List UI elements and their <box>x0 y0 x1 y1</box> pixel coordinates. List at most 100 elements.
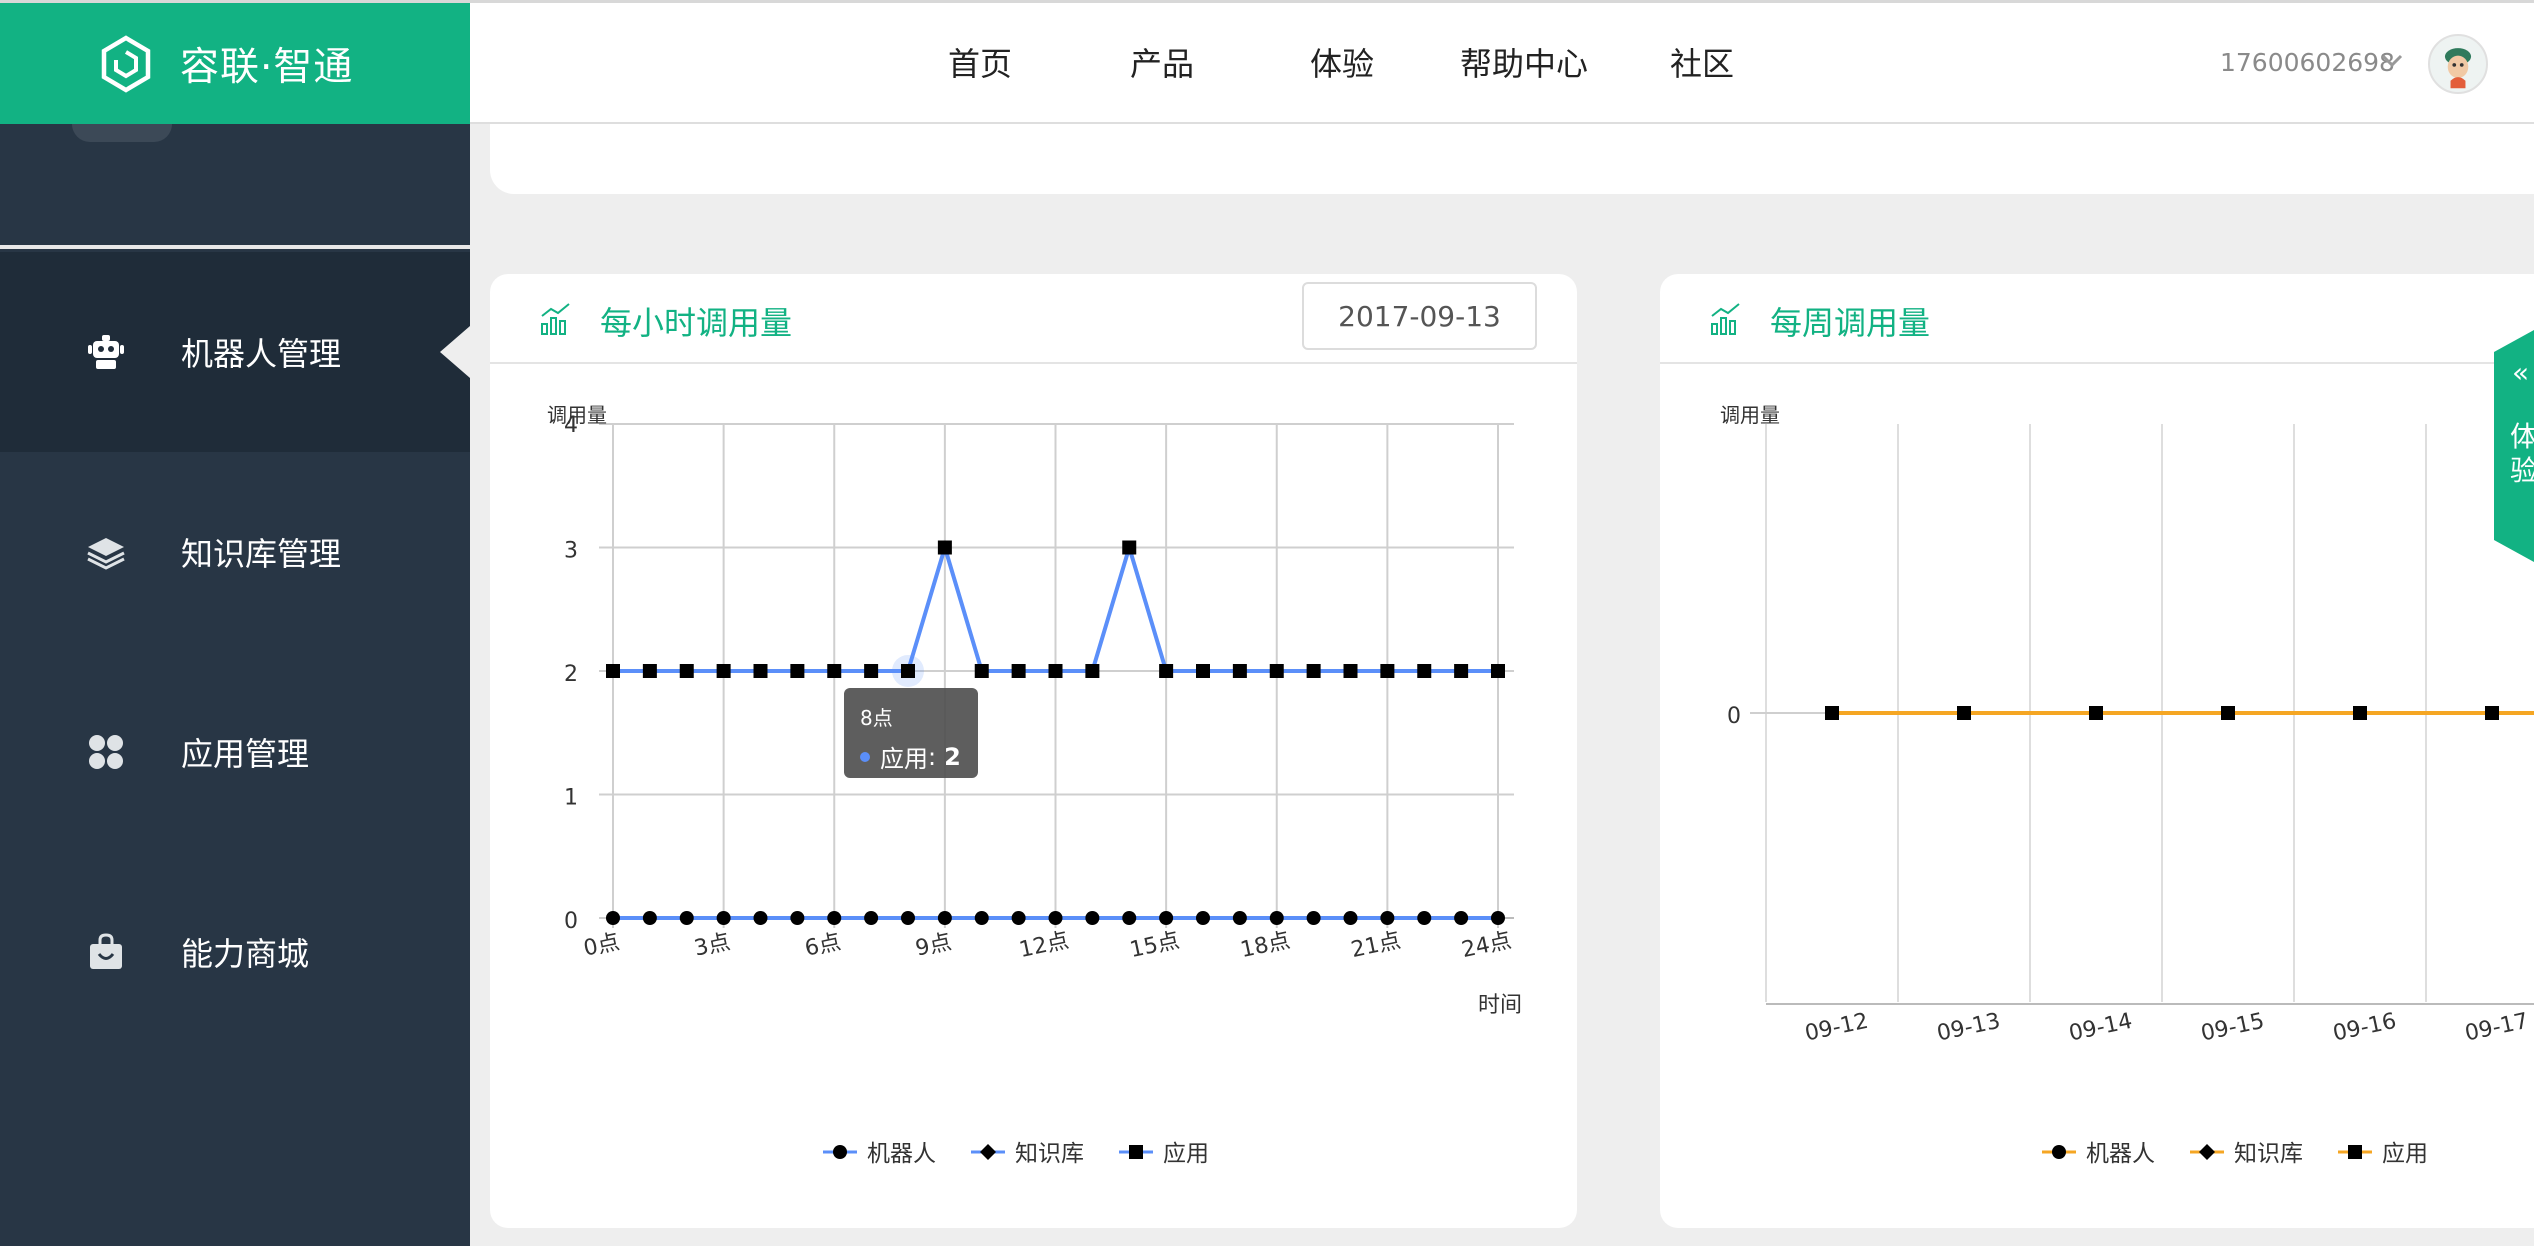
robot-icon <box>88 335 124 369</box>
nav-experience[interactable]: 体验 <box>1310 39 1374 85</box>
data-point <box>1380 664 1395 678</box>
data-point <box>937 540 952 555</box>
tooltip-title: 8点 <box>860 706 893 730</box>
nav-products[interactable]: 产品 <box>1130 39 1194 85</box>
sidebar-item-label: 应用管理 <box>181 735 310 773</box>
data-point <box>1196 664 1210 678</box>
x-tick-label: 24点 <box>1460 928 1514 963</box>
sidebar-item-robot-management[interactable]: 机器人管理 <box>0 252 470 452</box>
data-point <box>1343 664 1358 678</box>
bar-chart-trend-icon <box>1711 303 1740 335</box>
brand-logo[interactable]: 容联·智通 <box>0 3 470 124</box>
data-point <box>1380 911 1395 925</box>
legend-label: 应用 <box>1163 1141 1209 1167</box>
avatar[interactable] <box>2428 34 2488 94</box>
weekly-line-chart: 0 调用量 09-12 09-13 09-14 09-15 09-16 09-17 机器人 知识库… <box>1720 403 2534 1167</box>
legend-label: 机器人 <box>2086 1141 2155 1167</box>
sidebar-item-app-management[interactable]: 应用管理 <box>0 652 470 852</box>
data-point <box>974 664 989 678</box>
bar-chart-trend-icon <box>541 303 570 335</box>
data-point <box>1491 664 1505 678</box>
data-point <box>2353 706 2367 720</box>
hexagon-logo-icon <box>101 34 151 93</box>
data-point <box>2485 706 2499 720</box>
avatar-character-icon <box>2431 37 2485 91</box>
x-tick-label: 21点 <box>1349 928 1403 963</box>
y-tick-label: 3 <box>564 539 578 564</box>
data-point <box>937 911 952 925</box>
user-phone[interactable]: 17600602698 <box>2220 48 2395 77</box>
y-tick-label: 0 <box>564 909 578 934</box>
tooltip-series-dot <box>860 751 870 762</box>
data-point <box>1085 911 1100 925</box>
data-point <box>1491 911 1505 925</box>
y-axis-label: 调用量 <box>1720 403 1780 427</box>
data-point <box>606 664 620 678</box>
data-point <box>790 664 805 678</box>
x-tick-label: 15点 <box>1128 928 1182 963</box>
sidebar-divider <box>0 245 470 249</box>
data-point <box>980 1144 996 1160</box>
chevron-down-icon[interactable] <box>2380 53 2404 69</box>
tooltip-value: 2 <box>944 742 961 771</box>
x-tick-label: 09-16 <box>2331 1009 2399 1047</box>
data-point <box>2348 1145 2362 1159</box>
data-point <box>679 664 694 678</box>
data-point <box>1417 911 1432 925</box>
data-point <box>901 911 915 925</box>
data-point <box>833 1145 847 1159</box>
x-tick-label: 09-13 <box>1935 1009 2003 1047</box>
x-tick-label: 12点 <box>1017 928 1071 963</box>
tooltip-series-name: 应用 <box>880 745 928 773</box>
double-chevron-left-icon[interactable]: « <box>2512 356 2529 389</box>
date-picker[interactable]: 2017-09-13 <box>1302 282 1537 350</box>
data-point <box>1454 911 1469 925</box>
card-title: 每小时调用量 <box>600 304 793 342</box>
nav-home[interactable]: 首页 <box>948 39 1012 85</box>
layers-icon <box>87 538 125 570</box>
app-grid-icon <box>89 735 123 769</box>
x-tick-label: 18点 <box>1238 928 1292 963</box>
data-point <box>864 664 879 678</box>
nav-community[interactable]: 社区 <box>1670 39 1734 85</box>
x-tick-label: 3点 <box>692 930 732 962</box>
data-point <box>1085 664 1100 678</box>
data-point <box>716 664 731 678</box>
legend-label: 知识库 <box>2234 1141 2303 1167</box>
y-tick-label: 0 <box>1727 704 1741 729</box>
hourly-line-chart: 012340点 3点 6点 9点 12点 15点 18点 21点 24点调用量时间机器人 知识库应… <box>547 403 1522 1167</box>
sidebar: 机器人管理 知识库管理 应用管理 能力商城 <box>0 124 470 1246</box>
legend-label: 知识库 <box>1015 1141 1084 1167</box>
y-tick-label: 1 <box>564 786 578 811</box>
data-point <box>2221 706 2235 720</box>
data-point <box>827 664 842 678</box>
x-tick-label: 9点 <box>913 930 953 962</box>
x-tick-label: 6点 <box>803 930 843 962</box>
sidebar-item-knowledge-base[interactable]: 知识库管理 <box>0 452 470 652</box>
data-point <box>1825 706 1839 720</box>
data-point <box>1011 911 1026 925</box>
legend-label: 应用 <box>2382 1141 2428 1167</box>
data-point <box>1159 664 1174 678</box>
sidebar-item-ability-store[interactable]: 能力商城 <box>0 852 470 1052</box>
data-point <box>642 911 657 925</box>
data-point <box>1196 911 1210 925</box>
sidebar-item-label: 知识库管理 <box>181 535 342 573</box>
top-nav-bar: 首页 产品 体验 帮助中心 社区 17600602698 <box>470 3 2534 124</box>
data-point <box>864 911 879 925</box>
card-title: 每周调用量 <box>1770 304 1931 342</box>
data-point <box>827 911 842 925</box>
data-point <box>642 664 657 678</box>
data-point <box>2199 1144 2215 1160</box>
nav-help-center[interactable]: 帮助中心 <box>1460 39 1588 85</box>
x-tick-label: 09-17 <box>2463 1009 2531 1047</box>
data-point <box>753 664 768 678</box>
data-point <box>1011 664 1026 678</box>
data-point <box>1232 911 1247 925</box>
data-point <box>1269 911 1284 925</box>
x-tick-label: 09-12 <box>1803 1009 1871 1047</box>
active-indicator <box>440 326 470 378</box>
sidebar-avatar-peek <box>72 124 172 142</box>
weekly-calls-card: 每周调用量 0 调用量 09-12 09-13 09-14 09-15 09-16 09-17… <box>1660 274 2534 1228</box>
x-axis-label: 时间 <box>1478 993 1522 1018</box>
